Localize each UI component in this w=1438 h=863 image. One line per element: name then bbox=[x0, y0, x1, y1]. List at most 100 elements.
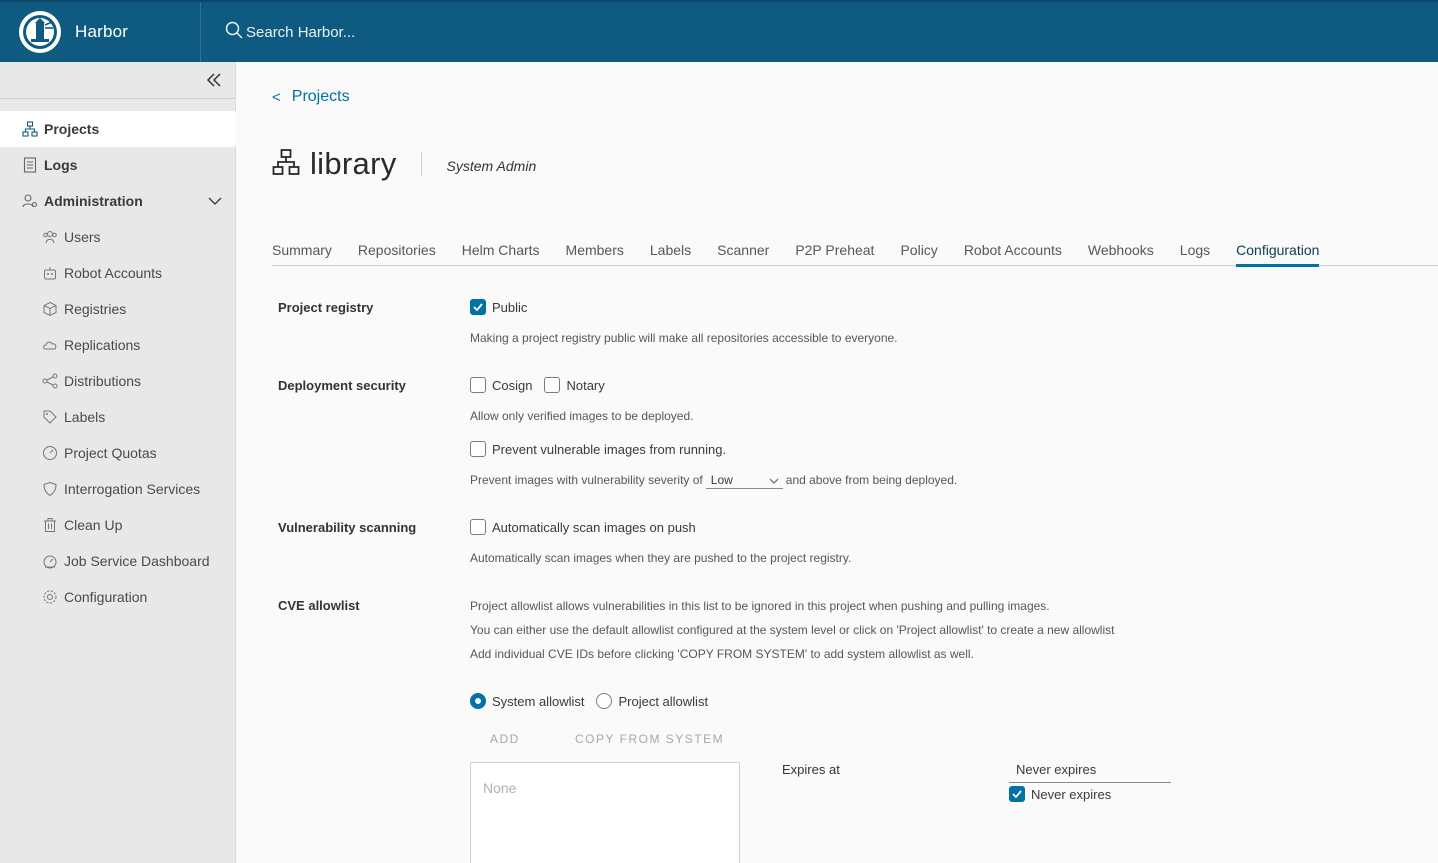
auto-scan-option: Automatically scan images on push bbox=[470, 519, 696, 535]
tab-scanner[interactable]: Scanner bbox=[717, 234, 769, 266]
sidebar-item-label: Distributions bbox=[64, 373, 142, 389]
sidebar-item-label: Users bbox=[64, 229, 101, 245]
cve-allowlist-label: CVE allowlist bbox=[278, 598, 360, 613]
top-header: Harbor Search Harbor... bbox=[0, 0, 1438, 62]
sidebar-item-configuration[interactable]: Configuration bbox=[0, 579, 236, 615]
sidebar-item-label: Projects bbox=[44, 121, 100, 137]
sidebar-item-label: Interrogation Services bbox=[64, 481, 201, 497]
cve-help-1: Project allowlist allows vulnerabilities… bbox=[470, 599, 1050, 613]
add-button[interactable]: ADD bbox=[490, 732, 520, 746]
sidebar-item-projects[interactable]: Projects bbox=[0, 111, 236, 147]
public-option: Public bbox=[470, 299, 527, 315]
tab-configuration[interactable]: Configuration bbox=[1236, 234, 1320, 267]
system-allowlist-radio[interactable] bbox=[470, 693, 486, 709]
search-icon bbox=[225, 21, 246, 43]
breadcrumb[interactable]: < Projects bbox=[272, 88, 350, 106]
admin-icon bbox=[22, 193, 38, 209]
prevent-vulnerable-option: Prevent vulnerable images from running. bbox=[470, 441, 726, 457]
sidebar-item-labels[interactable]: Labels bbox=[0, 399, 236, 435]
tab-p2p-preheat[interactable]: P2P Preheat bbox=[795, 234, 874, 266]
main-content: < Projects library System Admin Summary … bbox=[236, 62, 1438, 863]
auto-scan-checkbox[interactable] bbox=[470, 519, 486, 535]
sidebar-item-administration[interactable]: Administration bbox=[0, 183, 236, 219]
trash-icon bbox=[42, 517, 58, 533]
sidebar-item-label: Clean Up bbox=[64, 517, 123, 533]
system-allowlist-label: System allowlist bbox=[492, 693, 585, 709]
sidebar-item-logs[interactable]: Logs bbox=[0, 147, 236, 183]
users-icon bbox=[42, 229, 58, 245]
public-checkbox[interactable] bbox=[470, 299, 486, 315]
project-title-row: library System Admin bbox=[272, 146, 536, 182]
vulnerability-scanning-label: Vulnerability scanning bbox=[278, 520, 417, 535]
deployment-help: Allow only verified images to be deploye… bbox=[470, 409, 694, 423]
never-expires-label: Never expires bbox=[1031, 786, 1112, 802]
tab-members[interactable]: Members bbox=[566, 234, 624, 266]
collapse-sidebar-icon[interactable] bbox=[205, 71, 223, 89]
project-tabs: Summary Repositories Helm Charts Members… bbox=[272, 234, 1438, 267]
global-search[interactable]: Search Harbor... bbox=[225, 21, 355, 43]
severity-suffix: and above from being deployed. bbox=[785, 473, 958, 487]
deployment-security-label: Deployment security bbox=[278, 378, 406, 393]
shield-icon bbox=[42, 481, 58, 497]
notary-checkbox[interactable] bbox=[544, 377, 561, 393]
sidebar-item-robot-accounts[interactable]: Robot Accounts bbox=[0, 255, 236, 291]
sidebar-collapse-row bbox=[0, 62, 235, 99]
severity-value: Low bbox=[710, 472, 733, 487]
logs-icon bbox=[22, 157, 38, 173]
search-input[interactable]: Search Harbor... bbox=[246, 24, 355, 41]
project-registry-label: Project registry bbox=[278, 300, 374, 315]
sidebar-item-project-quotas[interactable]: Project Quotas bbox=[0, 435, 236, 471]
harbor-logo-icon bbox=[19, 11, 61, 53]
sidebar-item-label: Robot Accounts bbox=[64, 265, 163, 281]
tab-webhooks[interactable]: Webhooks bbox=[1088, 234, 1154, 266]
replications-icon bbox=[42, 337, 58, 353]
title-divider bbox=[420, 152, 422, 176]
cosign-checkbox[interactable] bbox=[470, 377, 486, 393]
project-icon bbox=[272, 148, 300, 181]
registries-icon bbox=[42, 301, 58, 317]
auto-scan-help: Automatically scan images when they are … bbox=[470, 551, 852, 565]
sidebar-item-label: Job Service Dashboard bbox=[64, 553, 210, 569]
robot-icon bbox=[42, 265, 58, 281]
tab-helm-charts[interactable]: Helm Charts bbox=[462, 234, 540, 266]
sidebar-item-label: Configuration bbox=[64, 589, 148, 605]
breadcrumb-projects-link[interactable]: Projects bbox=[292, 88, 350, 106]
sidebar-item-replications[interactable]: Replications bbox=[0, 327, 236, 363]
sidebar-item-distributions[interactable]: Distributions bbox=[0, 363, 236, 399]
sidebar-item-registries[interactable]: Registries bbox=[0, 291, 236, 327]
gear-icon bbox=[42, 589, 58, 605]
expires-at-input[interactable]: Never expires bbox=[1009, 762, 1171, 783]
sidebar-item-label: Registries bbox=[64, 301, 127, 317]
projects-icon bbox=[22, 121, 38, 137]
cve-help-3: Add individual CVE IDs before clicking '… bbox=[470, 647, 974, 661]
tab-labels[interactable]: Labels bbox=[650, 234, 691, 266]
distributions-icon bbox=[42, 373, 58, 389]
never-expires-checkbox[interactable] bbox=[1009, 786, 1025, 802]
tab-robot-accounts[interactable]: Robot Accounts bbox=[964, 234, 1062, 266]
tab-policy[interactable]: Policy bbox=[900, 234, 937, 266]
sidebar-item-users[interactable]: Users bbox=[0, 219, 236, 255]
brand[interactable]: Harbor bbox=[0, 2, 201, 62]
sidebar-item-label: Replications bbox=[64, 337, 141, 353]
copy-from-system-button[interactable]: COPY FROM SYSTEM bbox=[575, 732, 724, 746]
public-help: Making a project registry public will ma… bbox=[470, 331, 898, 345]
sidebar-item-label: Logs bbox=[44, 157, 78, 173]
severity-row: Prevent images with vulnerability severi… bbox=[470, 471, 957, 489]
role-label: System Admin bbox=[446, 158, 537, 174]
cve-list-box: None bbox=[470, 762, 740, 863]
tab-summary[interactable]: Summary bbox=[272, 234, 332, 266]
deployment-options: Cosign Notary bbox=[470, 377, 605, 393]
notary-label: Notary bbox=[566, 377, 605, 393]
prevent-vulnerable-checkbox[interactable] bbox=[470, 441, 486, 457]
sidebar-item-clean-up[interactable]: Clean Up bbox=[0, 507, 236, 543]
chevron-down-icon[interactable] bbox=[208, 193, 222, 209]
allowlist-type-options: System allowlist Project allowlist bbox=[470, 693, 708, 709]
tab-repositories[interactable]: Repositories bbox=[358, 234, 436, 266]
severity-select[interactable]: Low bbox=[705, 471, 783, 489]
project-allowlist-radio[interactable] bbox=[596, 693, 613, 709]
sidebar-item-job-service-dashboard[interactable]: Job Service Dashboard bbox=[0, 543, 236, 579]
chevron-left-icon: < bbox=[272, 88, 281, 106]
tab-logs[interactable]: Logs bbox=[1180, 234, 1210, 266]
cve-list-empty: None bbox=[483, 780, 517, 796]
sidebar-item-interrogation-services[interactable]: Interrogation Services bbox=[0, 471, 236, 507]
